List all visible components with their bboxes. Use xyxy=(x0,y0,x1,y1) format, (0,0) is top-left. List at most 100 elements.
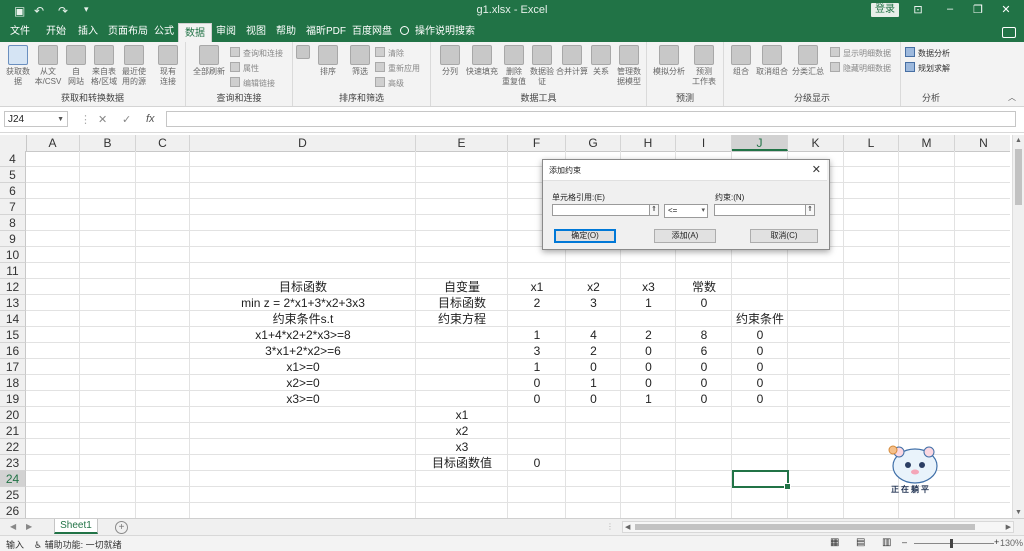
zoom-slider[interactable] xyxy=(914,543,994,544)
close-icon[interactable]: ✕ xyxy=(996,3,1016,16)
cell-d15[interactable]: x1+4*x2+2*x3>=8 xyxy=(190,327,416,343)
zoom-level[interactable]: 130% xyxy=(1000,538,1023,548)
ungroup-button[interactable]: 取消组合 xyxy=(754,45,790,77)
group-button[interactable]: 组合 xyxy=(728,45,754,77)
horizontal-scrollbar[interactable]: ◀ ▶ xyxy=(622,521,1014,533)
row-header-19[interactable]: 19 xyxy=(0,391,26,407)
column-header-l[interactable]: L xyxy=(844,135,899,151)
cell-j14[interactable]: 约束条件 xyxy=(732,311,788,327)
column-header-e[interactable]: E xyxy=(416,135,508,151)
row-header-24[interactable]: 24 xyxy=(0,471,26,487)
hide-detail-button[interactable]: 隐藏明细数据 xyxy=(830,62,891,74)
normal-view-icon[interactable]: ▦ xyxy=(830,537,839,548)
cell-f15[interactable]: 1 xyxy=(508,327,566,343)
what-if-analysis-button[interactable]: 模拟分析 xyxy=(651,45,687,77)
row-header-4[interactable]: 4 xyxy=(0,151,26,167)
row-header-9[interactable]: 9 xyxy=(0,231,26,247)
select-all-corner[interactable] xyxy=(0,135,27,151)
scroll-left-icon[interactable]: ◀ xyxy=(625,523,630,531)
cancel-button[interactable]: 取消(C) xyxy=(750,229,818,243)
row-header-23[interactable]: 23 xyxy=(0,455,26,471)
scroll-down-icon[interactable]: ▼ xyxy=(1015,509,1022,516)
cell-e21[interactable]: x2 xyxy=(416,423,508,439)
vertical-scrollbar[interactable]: ▲ ▼ xyxy=(1012,135,1024,518)
row-header-11[interactable]: 11 xyxy=(0,263,26,279)
cell-d18[interactable]: x2>=0 xyxy=(190,375,416,391)
cell-d19[interactable]: x3>=0 xyxy=(190,391,416,407)
comments-icon[interactable] xyxy=(1002,27,1016,38)
collapse-ribbon-icon[interactable]: ︿ xyxy=(1008,92,1016,103)
cell-e20[interactable]: x1 xyxy=(416,407,508,423)
row-header-17[interactable]: 17 xyxy=(0,359,26,375)
row-header-21[interactable]: 21 xyxy=(0,423,26,439)
tab-page-layout[interactable]: 页面布局 xyxy=(108,22,148,42)
cell-i17[interactable]: 0 xyxy=(676,359,732,375)
cell-g15[interactable]: 4 xyxy=(566,327,621,343)
insert-function-icon[interactable]: fx xyxy=(146,113,155,125)
tab-home[interactable]: 开始 xyxy=(46,22,66,42)
get-data-button[interactable]: 获取数据 xyxy=(4,45,32,87)
tab-formulas[interactable]: 公式 xyxy=(154,22,174,42)
worksheet-grid[interactable]: ABCDEFGHIJKLMN 4 5 6 7 8 9 10 11 12 13 14 15 16 17 18 1… xyxy=(0,135,1010,518)
cell-h17[interactable]: 0 xyxy=(621,359,676,375)
fill-handle[interactable] xyxy=(784,483,791,490)
text-to-columns-button[interactable]: 分列 xyxy=(435,45,465,77)
next-sheet-icon[interactable]: ▶ xyxy=(26,522,32,531)
accessibility-status[interactable]: ♿ 辅助功能: 一切就绪 xyxy=(34,538,122,551)
cell-reference-collapse-icon[interactable]: ⇑ xyxy=(649,204,659,216)
sort-button[interactable]: 排序 xyxy=(313,45,343,77)
subtotal-button[interactable]: 分类汇总 xyxy=(790,45,826,77)
row-header-6[interactable]: 6 xyxy=(0,183,26,199)
column-header-f[interactable]: F xyxy=(508,135,566,151)
cell-d14[interactable]: 约束条件s.t xyxy=(190,311,416,327)
constraint-collapse-icon[interactable]: ⇑ xyxy=(805,204,815,216)
cell-h15[interactable]: 2 xyxy=(621,327,676,343)
tell-me-search[interactable]: 操作说明搜索 xyxy=(400,22,475,42)
cell-j16[interactable]: 0 xyxy=(732,343,788,359)
zoom-in-icon[interactable]: + xyxy=(994,537,999,547)
cell-f18[interactable]: 0 xyxy=(508,375,566,391)
login-button[interactable]: 登录 xyxy=(871,3,899,17)
tab-file[interactable]: 文件 xyxy=(10,22,30,42)
edit-links-button[interactable]: 编辑链接 xyxy=(230,77,275,89)
data-validation-button[interactable]: 数据验证 xyxy=(527,45,557,87)
cell-g17[interactable]: 0 xyxy=(566,359,621,375)
data-analysis-button[interactable]: 数据分析 xyxy=(905,47,950,59)
column-header-j[interactable]: J xyxy=(732,135,788,151)
cell-j15[interactable]: 0 xyxy=(732,327,788,343)
add-sheet-button[interactable]: + xyxy=(115,521,128,534)
cell-h16[interactable]: 0 xyxy=(621,343,676,359)
cell-reference-input[interactable] xyxy=(552,204,650,216)
cell-j17[interactable]: 0 xyxy=(732,359,788,375)
cell-i19[interactable]: 0 xyxy=(676,391,732,407)
advanced-filter-button[interactable]: 高级 xyxy=(375,77,404,89)
tab-help[interactable]: 帮助 xyxy=(276,22,296,42)
cell-h19[interactable]: 1 xyxy=(621,391,676,407)
cell-e22[interactable]: x3 xyxy=(416,439,508,455)
cell-i15[interactable]: 8 xyxy=(676,327,732,343)
active-cell[interactable] xyxy=(732,470,791,490)
row-header-8[interactable]: 8 xyxy=(0,215,26,231)
cell-f12[interactable]: x1 xyxy=(508,279,566,295)
scroll-right-icon[interactable]: ▶ xyxy=(1006,523,1011,531)
cell-i18[interactable]: 0 xyxy=(676,375,732,391)
reapply-button[interactable]: 重新应用 xyxy=(375,62,420,74)
cell-g16[interactable]: 2 xyxy=(566,343,621,359)
filter-button[interactable]: 筛选 xyxy=(347,45,373,77)
relationships-button[interactable]: 关系 xyxy=(589,45,613,77)
cancel-entry-icon[interactable]: ✕ xyxy=(98,113,107,126)
cell-h12[interactable]: x3 xyxy=(621,279,676,295)
sheet-tab-sheet1[interactable]: Sheet1 xyxy=(54,519,98,534)
page-layout-view-icon[interactable]: ▤ xyxy=(856,537,865,548)
row-header-26[interactable]: 26 xyxy=(0,503,26,518)
operator-select[interactable]: <= ▾ xyxy=(664,204,708,218)
manage-data-model-button[interactable]: 管理数 据模型 xyxy=(613,45,645,87)
from-table-button[interactable]: 来自表 格/区域 xyxy=(90,45,118,87)
column-header-d[interactable]: D xyxy=(190,135,416,151)
cell-j19[interactable]: 0 xyxy=(732,391,788,407)
row-header-20[interactable]: 20 xyxy=(0,407,26,423)
maximize-icon[interactable]: ❐ xyxy=(968,3,988,16)
row-header-25[interactable]: 25 xyxy=(0,487,26,503)
tab-view[interactable]: 视图 xyxy=(246,22,266,42)
zoom-slider-thumb[interactable] xyxy=(950,539,953,548)
